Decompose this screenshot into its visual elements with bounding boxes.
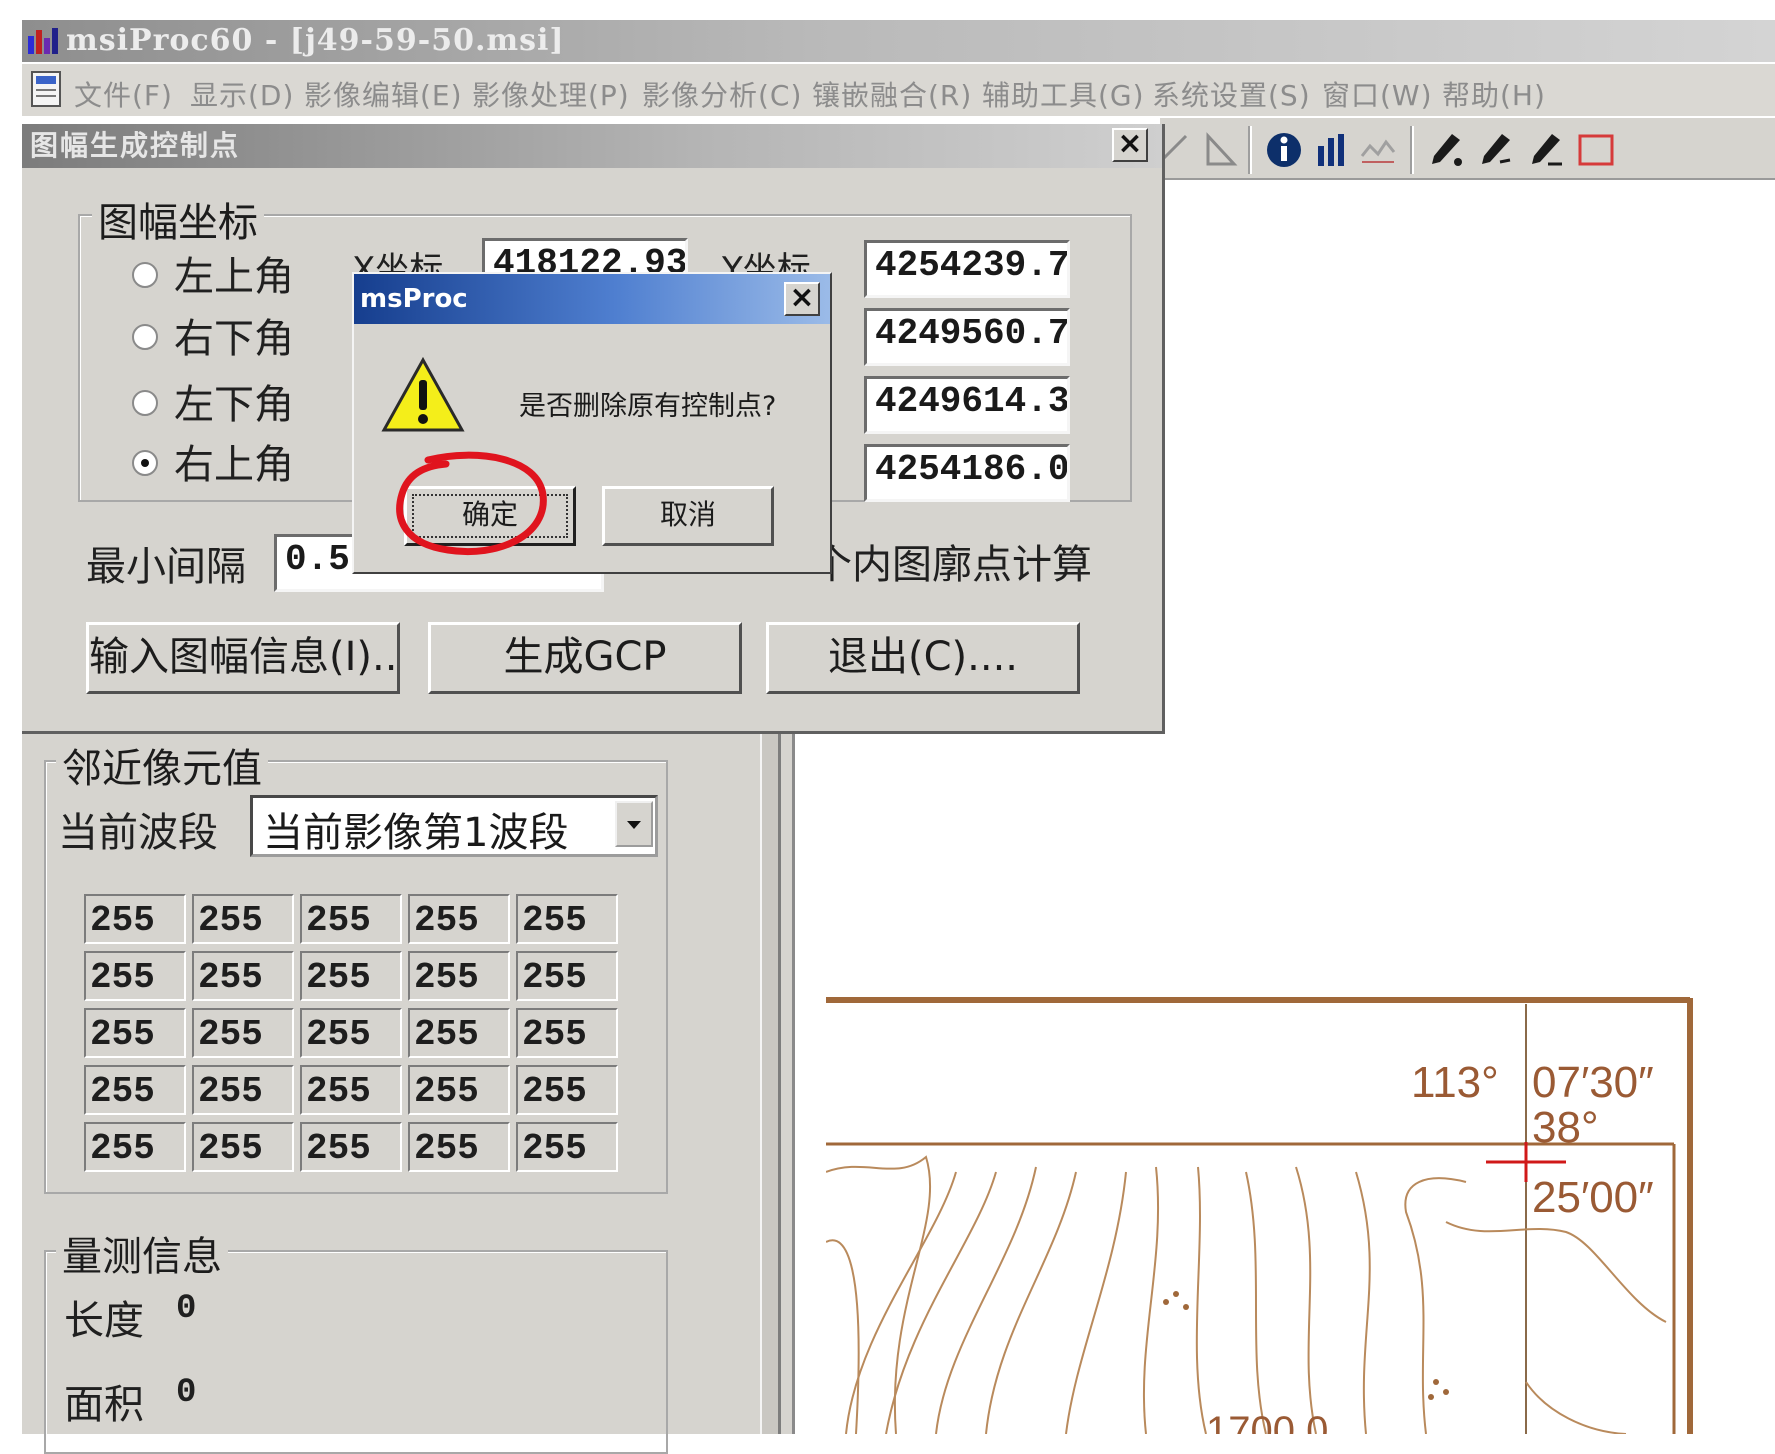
- y-coordinate-field[interactable]: 4249614.3: [864, 376, 1070, 434]
- lower-left-label: 左下角: [174, 382, 294, 428]
- input-map-info-button[interactable]: 输入图幅信息(I)..: [86, 622, 400, 694]
- upper-right-label: 右上角: [174, 442, 294, 488]
- pixel-value-cell: 255: [408, 951, 510, 1001]
- radio-lower-left[interactable]: [132, 390, 158, 416]
- pixel-value-cell: 255: [516, 1065, 618, 1115]
- toolbar-separator: [1248, 126, 1252, 174]
- pixel-value-cell: 255: [84, 1008, 186, 1058]
- rectangle-icon[interactable]: [1576, 130, 1616, 170]
- highlight-circle: [396, 451, 547, 556]
- pixel-value-cell: 255: [84, 1065, 186, 1115]
- close-button[interactable]: ×: [1112, 128, 1148, 162]
- menu-file[interactable]: 文件(F): [74, 74, 173, 114]
- confirm-dialog-title-bar[interactable]: msProc ×: [354, 274, 830, 324]
- length-value: 0: [176, 1290, 197, 1328]
- pixel-value-cell: 255: [408, 1122, 510, 1172]
- pixel-value-cell: 255: [408, 1065, 510, 1115]
- radio-upper-right[interactable]: [132, 450, 158, 476]
- menu-image-process[interactable]: 影像处理(P): [472, 74, 630, 114]
- pixel-value-cell: 255: [408, 1008, 510, 1058]
- pixel-value-cell: 255: [300, 1122, 402, 1172]
- pixel-value-cell: 255: [408, 894, 510, 944]
- menu-display[interactable]: 显示(D): [190, 74, 294, 114]
- measure-info-group-title: 量测信息: [56, 1224, 228, 1282]
- profile-icon[interactable]: [1358, 130, 1398, 170]
- y-coordinate-field[interactable]: 4254239.7: [864, 240, 1070, 298]
- pixel-value-cell: 255: [300, 894, 402, 944]
- area-label: 面积: [64, 1382, 144, 1428]
- neighbor-pixel-group-title: 邻近像元值: [56, 736, 268, 794]
- panel-splitter[interactable]: [760, 700, 781, 1434]
- dropdown-button[interactable]: [615, 801, 653, 847]
- triangle-tool-icon[interactable]: [1200, 130, 1240, 170]
- upper-left-label: 左上角: [174, 254, 294, 300]
- y-coordinate-field[interactable]: 4254186.0: [864, 444, 1070, 502]
- pixel-value-cell: 255: [300, 1065, 402, 1115]
- radio-lower-right[interactable]: [132, 324, 158, 350]
- pixel-value-cell: 255: [84, 894, 186, 944]
- pixel-value-cell: 255: [192, 1122, 294, 1172]
- longitude-degree-label: 113°: [1411, 1058, 1499, 1107]
- confirm-dialog-title: msProc: [360, 284, 468, 314]
- band-select[interactable]: 当前影像第1波段: [250, 795, 658, 857]
- pen-add-icon[interactable]: [1426, 130, 1466, 170]
- generate-gcp-button[interactable]: 生成GCP: [428, 622, 742, 694]
- menu-image-edit[interactable]: 影像编辑(E): [304, 74, 463, 114]
- close-button[interactable]: ×: [784, 282, 820, 316]
- app-logo-icon: [28, 28, 58, 54]
- app-title: msiProc60 - [j49-59-50.msi]: [66, 23, 565, 58]
- app-title-bar[interactable]: msiProc60 - [j49-59-50.msi]: [22, 20, 1775, 62]
- histogram-icon[interactable]: [1312, 130, 1352, 170]
- confirm-message: 是否删除原有控制点?: [519, 391, 777, 422]
- interior-point-calc-label: 个内图廓点计算: [812, 542, 1092, 588]
- menu-mosaic-fusion[interactable]: 镶嵌融合(R): [812, 74, 972, 114]
- menu-image-analysis[interactable]: 影像分析(C): [642, 74, 802, 114]
- pen-delete-icon[interactable]: [1526, 130, 1566, 170]
- latitude-minutes-label: 25′00″: [1532, 1173, 1654, 1222]
- pixel-value-cell: 255: [300, 1008, 402, 1058]
- cancel-button[interactable]: 取消: [602, 486, 774, 546]
- area-value: 0: [176, 1374, 197, 1412]
- band-label: 当前波段: [58, 810, 218, 856]
- radio-upper-left[interactable]: [132, 262, 158, 288]
- contour-elevation-label: 1700.0: [1206, 1409, 1328, 1434]
- chevron-down-icon: [627, 821, 641, 829]
- pixel-value-cell: 255: [516, 951, 618, 1001]
- document-icon[interactable]: [28, 70, 66, 110]
- menu-window[interactable]: 窗口(W): [1322, 74, 1433, 114]
- gcp-dialog-title-bar[interactable]: 图幅生成控制点 ×: [22, 124, 1162, 168]
- map-coordinates-group-title: 图幅坐标: [92, 190, 264, 248]
- min-interval-label: 最小间隔: [86, 544, 246, 590]
- latitude-degree-label: 38°: [1532, 1103, 1599, 1152]
- pixel-value-cell: 255: [192, 1065, 294, 1115]
- map-dots: [1163, 1291, 1449, 1400]
- menu-bar: 文件(F) 显示(D) 影像编辑(E) 影像处理(P) 影像分析(C) 镶嵌融合…: [22, 64, 1775, 116]
- pixel-value-cell: 255: [300, 951, 402, 1001]
- pixel-value-cell: 255: [192, 951, 294, 1001]
- menu-system-settings[interactable]: 系统设置(S): [1152, 74, 1311, 114]
- pen-edit-icon[interactable]: [1476, 130, 1516, 170]
- pixel-value-cell: 255: [84, 1122, 186, 1172]
- gcp-dialog-title: 图幅生成控制点: [30, 129, 241, 162]
- pixel-value-cell: 255: [516, 894, 618, 944]
- toolbar: [1156, 118, 1775, 180]
- pixel-value-cell: 255: [192, 1008, 294, 1058]
- pixel-value-cell: 255: [516, 1122, 618, 1172]
- longitude-minutes-label: 07′30″: [1532, 1058, 1654, 1107]
- lower-right-label: 右下角: [174, 316, 294, 362]
- info-icon[interactable]: [1264, 130, 1304, 170]
- y-coordinate-field[interactable]: 4249560.7: [864, 308, 1070, 366]
- menu-help[interactable]: 帮助(H): [1442, 74, 1546, 114]
- pixel-value-cell: 255: [516, 1008, 618, 1058]
- toolbar-separator: [1410, 126, 1414, 174]
- band-select-value: 当前影像第1波段: [263, 810, 569, 856]
- exit-button[interactable]: 退出(C)....: [766, 622, 1080, 694]
- length-label: 长度: [64, 1298, 144, 1344]
- menu-aux-tools[interactable]: 辅助工具(G): [982, 74, 1145, 114]
- warning-icon: [381, 356, 465, 432]
- pixel-value-cell: 255: [192, 894, 294, 944]
- confirm-delete-dialog: msProc × 是否删除原有控制点? 确定 取消: [352, 272, 832, 574]
- pixel-value-cell: 255: [84, 951, 186, 1001]
